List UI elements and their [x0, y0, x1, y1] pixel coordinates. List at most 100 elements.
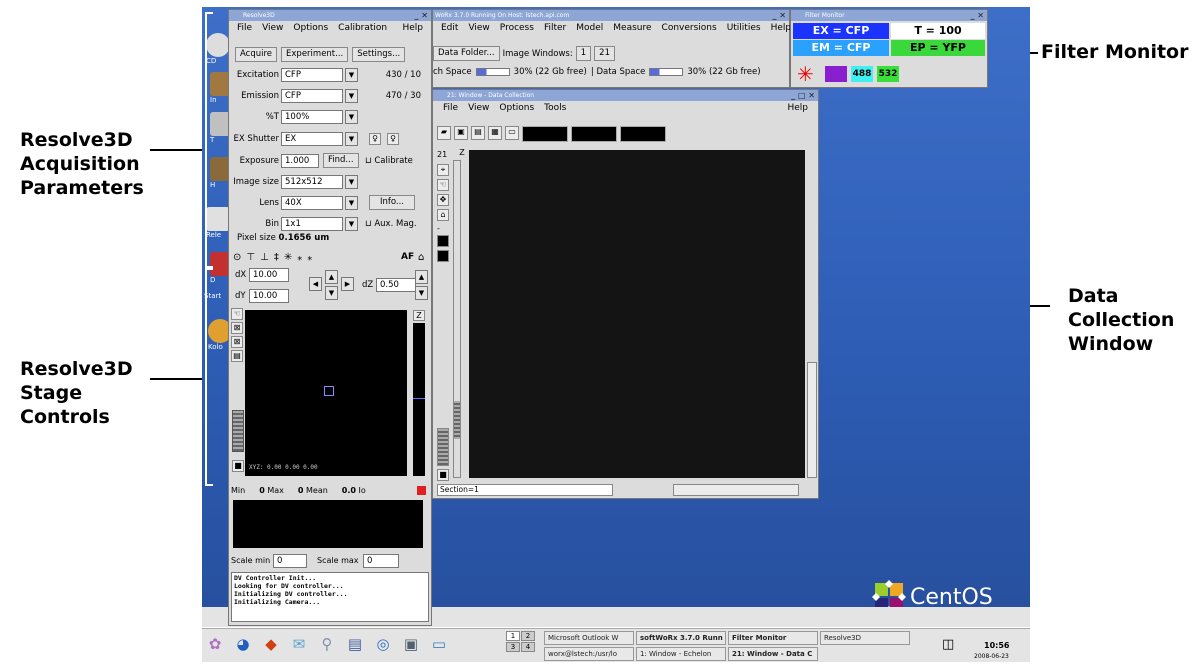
notification-icon[interactable]: ◫	[942, 637, 954, 652]
workspace-3[interactable]: 3	[506, 642, 520, 652]
window-controls[interactable]: _ ✕	[971, 10, 985, 21]
menu-help[interactable]: Help	[402, 21, 423, 35]
film-icon[interactable]: ▤	[471, 126, 485, 140]
scale-min-input[interactable]: 0	[273, 554, 307, 568]
menu-view[interactable]: View	[468, 101, 489, 115]
menu-conversions[interactable]: Conversions	[662, 21, 717, 35]
menu-options[interactable]: Options	[293, 21, 328, 35]
menu-utilities[interactable]: Utilities	[727, 21, 761, 35]
menu-model[interactable]: Model	[576, 21, 603, 35]
bulb-icon[interactable]: ♀	[387, 133, 399, 145]
emission-select[interactable]: CFP	[281, 89, 343, 103]
dz-input[interactable]: 0.50	[376, 278, 416, 292]
menu-help[interactable]: Help	[771, 21, 792, 35]
aux-mag-checkbox[interactable]: ⊔ Aux. Mag.	[365, 219, 417, 229]
cursor-icon[interactable]: ⌖	[437, 164, 449, 176]
menu-view[interactable]: View	[468, 21, 489, 35]
exposure-input[interactable]: 1.000	[281, 154, 319, 168]
menu-view[interactable]: View	[262, 21, 283, 35]
white-level-icon[interactable]	[437, 250, 449, 262]
mark2-icon[interactable]: ⁎	[307, 252, 312, 263]
color-swatch[interactable]	[522, 126, 568, 142]
hand-icon[interactable]: ☜	[231, 308, 243, 320]
focus-icon[interactable]: ‡	[274, 252, 279, 263]
chart-icon[interactable]: ▦	[488, 126, 502, 140]
find-button[interactable]: Find...	[323, 153, 359, 168]
color-swatch[interactable]	[571, 126, 617, 142]
z-up-icon[interactable]: ▲	[415, 270, 428, 284]
zoom-out-icon[interactable]: ⊠	[231, 336, 243, 348]
search-icon[interactable]: ⚲	[318, 635, 336, 653]
task-filter-monitor[interactable]: Filter Monitor	[728, 631, 818, 645]
vertical-scrollbar[interactable]	[807, 362, 817, 478]
menu-icon[interactable]: ✿	[206, 635, 224, 653]
open-icon[interactable]: ▰	[437, 126, 451, 140]
menu-file[interactable]: File	[237, 21, 252, 35]
zoom-icon[interactable]: ⊠	[231, 322, 243, 334]
horizontal-scrollbar[interactable]	[673, 484, 799, 496]
chevron-down-icon[interactable]: ▼	[345, 110, 358, 124]
stage-view[interactable]: XYZ: 0.00 0.00 0.00	[245, 310, 407, 476]
document-icon[interactable]: ▤	[346, 635, 364, 653]
stage-slider[interactable]	[232, 410, 244, 452]
browser-icon[interactable]: ◕	[234, 635, 252, 653]
softworx-titlebar[interactable]: WoRx 3.7.0 Running On Host: lstech.api.c…	[433, 10, 789, 21]
workspace-2[interactable]: 2	[521, 631, 535, 641]
lens-select[interactable]: 40X	[281, 196, 343, 210]
softworx-icon[interactable]: ◆	[262, 635, 280, 653]
target-icon[interactable]: ⊙	[233, 252, 241, 263]
acquire-button[interactable]: Acquire	[235, 47, 278, 62]
menu-edit[interactable]: Edit	[441, 21, 458, 35]
dx-input[interactable]: 10.00	[249, 268, 289, 282]
chevron-down-icon[interactable]: ▼	[345, 89, 358, 103]
z-scrollbar[interactable]	[453, 160, 461, 478]
light-icon[interactable]: ✳	[284, 252, 292, 263]
move-icon[interactable]: ✥	[437, 194, 449, 206]
image-canvas[interactable]	[469, 150, 805, 478]
info-button[interactable]: Info...	[369, 195, 415, 210]
grid-icon[interactable]: ▤	[231, 350, 243, 362]
hand-icon[interactable]: ☜	[437, 179, 449, 191]
task-terminal[interactable]: worx@lstech:/usr/lo	[544, 647, 634, 661]
experiment-button[interactable]: Experiment...	[281, 47, 349, 62]
settings-button[interactable]: Settings...	[352, 47, 406, 62]
bottom-icon[interactable]: ⊥	[260, 252, 269, 263]
image-size-select[interactable]: 512x512	[281, 175, 343, 189]
menu-options[interactable]: Options	[499, 101, 534, 115]
menu-measure[interactable]: Measure	[613, 21, 651, 35]
slider-icon[interactable]	[437, 428, 449, 466]
wavelength-532[interactable]: 532	[877, 66, 899, 82]
workspace-1[interactable]: 1	[506, 631, 520, 641]
data-folder-button[interactable]: Data Folder...	[433, 46, 500, 61]
scale-max-input[interactable]: 0	[363, 554, 399, 568]
arrow-left-icon[interactable]: ◀	[309, 277, 322, 291]
network-icon[interactable]: ◎	[374, 635, 392, 653]
excitation-select[interactable]: CFP	[281, 68, 343, 82]
monitor-icon[interactable]: ▭	[430, 635, 448, 653]
z-position-bar[interactable]	[413, 323, 425, 476]
black-level-icon[interactable]	[437, 235, 449, 247]
window-controls[interactable]: _ ✕	[773, 10, 787, 21]
camera-icon[interactable]: ⌂	[418, 252, 424, 263]
save-icon[interactable]: ▣	[454, 126, 468, 140]
chevron-down-icon[interactable]: ▼	[345, 175, 358, 189]
mail-icon[interactable]: ✉	[290, 635, 308, 653]
stop-icon[interactable]: ■	[232, 460, 244, 472]
home-icon[interactable]: ⌂	[437, 209, 449, 221]
window-controls[interactable]: _ □ ✕	[791, 90, 815, 101]
menu-file[interactable]: File	[443, 101, 458, 115]
task-echelon[interactable]: 1: Window - Echelon	[636, 647, 726, 661]
bin-select[interactable]: 1x1	[281, 217, 343, 231]
calibrate-checkbox[interactable]: ⊔ Calibrate	[365, 156, 413, 166]
task-data-collection[interactable]: 21: Window - Data C	[728, 647, 818, 661]
chevron-down-icon[interactable]: ▼	[345, 196, 358, 210]
ex-shutter-select[interactable]: EX	[281, 132, 343, 146]
resolve3d-titlebar[interactable]: Resolve3D _ ✕	[229, 10, 431, 21]
data-collection-titlebar[interactable]: 21: Window - Data Collection _ □ ✕	[433, 90, 818, 101]
terminal-icon[interactable]: ▣	[402, 635, 420, 653]
arrow-up-icon[interactable]: ▲	[325, 270, 338, 284]
workspace-4[interactable]: 4	[521, 642, 535, 652]
wavelength-410[interactable]: 410	[825, 66, 847, 82]
z-scroll-thumb[interactable]	[454, 401, 460, 439]
bulb-icon[interactable]: ♀	[369, 133, 381, 145]
